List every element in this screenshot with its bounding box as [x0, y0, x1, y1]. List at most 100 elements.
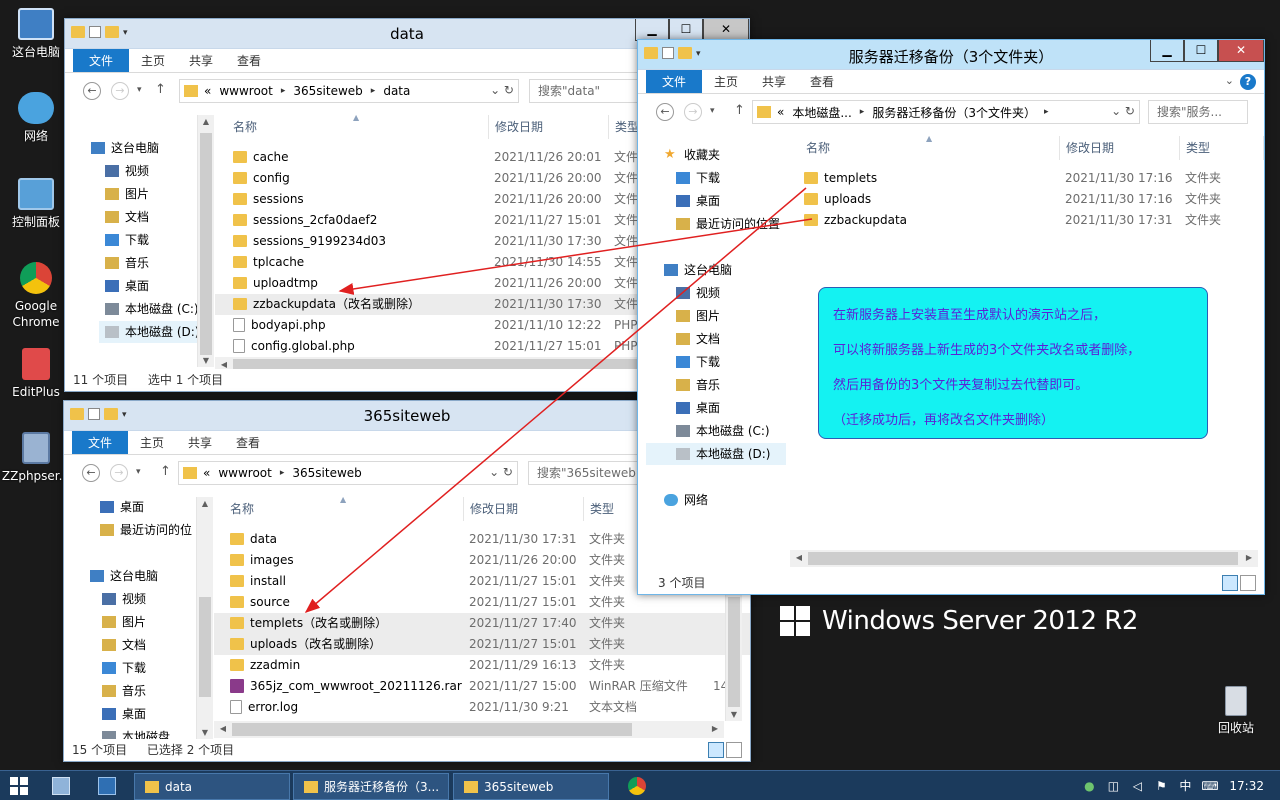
address-overflow[interactable]: « [204, 84, 211, 98]
recent-locations-chevron-icon[interactable]: ▾ [137, 85, 142, 95]
scroll-thumb[interactable] [808, 552, 1238, 565]
search-input[interactable]: 搜索"服务... [1148, 100, 1248, 124]
tab-view[interactable]: 查看 [225, 49, 273, 72]
nav-item-this-pc[interactable]: 这台电脑 [90, 565, 158, 587]
forward-button[interactable]: → [684, 103, 702, 121]
column-header-type[interactable]: 类型 [1180, 136, 1264, 160]
nav-item-pictures[interactable]: 图片 [102, 611, 146, 633]
tab-file[interactable]: 文件 [646, 70, 703, 93]
details-view-icon[interactable] [708, 742, 724, 758]
nav-item-downloads[interactable]: 下载 [102, 657, 146, 679]
nav-item-downloads-2[interactable]: 下载 [676, 351, 720, 373]
network-tray-icon[interactable]: ◫ [1105, 778, 1121, 794]
address-separator-icon[interactable]: ▸ [860, 107, 865, 117]
scroll-left-icon[interactable]: ◀ [217, 360, 231, 369]
scroll-right-icon[interactable]: ▶ [708, 724, 722, 733]
tab-share[interactable]: 共享 [177, 49, 225, 72]
shield-icon[interactable]: ● [1081, 778, 1097, 794]
desktop-icon-chrome[interactable]: Google Chrome [0, 262, 72, 330]
close-button[interactable]: ✕ [703, 19, 749, 41]
address-overflow[interactable]: « [777, 105, 784, 119]
column-header-date[interactable]: 修改日期 [489, 115, 609, 139]
maximize-button[interactable]: ☐ [669, 19, 703, 41]
scroll-thumb[interactable] [728, 597, 740, 707]
scroll-up-icon[interactable]: ▲ [199, 117, 213, 126]
large-icons-view-icon[interactable] [1240, 575, 1256, 591]
forward-button[interactable]: → [110, 464, 128, 482]
address-bar[interactable]: « 本地磁盘... ▸ 服务器迁移备份（3个文件夹） ▸ ⌄ ↻ [752, 100, 1140, 124]
tab-file[interactable]: 文件 [73, 49, 130, 72]
tab-share[interactable]: 共享 [750, 70, 798, 93]
tab-view[interactable]: 查看 [224, 431, 272, 454]
file-row[interactable]: 365jz_com_wwwroot_20211126.rar 2021/11/27… [214, 676, 750, 697]
nav-item-recent[interactable]: 最近访问的位置 [676, 213, 780, 235]
tab-share[interactable]: 共享 [176, 431, 224, 454]
help-icon[interactable]: ? [1240, 74, 1256, 90]
address-dropdown-refresh-icon[interactable]: ⌄ ↻ [1111, 104, 1135, 118]
forward-button[interactable]: → [111, 82, 129, 100]
nav-item-drive-d[interactable]: 本地磁盘 (D:) [99, 321, 197, 343]
address-dropdown-refresh-icon[interactable]: ⌄ ↻ [489, 465, 513, 479]
expand-ribbon-icon[interactable]: ⌄ [1225, 74, 1234, 87]
nav-item-downloads[interactable]: 下载 [676, 167, 720, 189]
nav-item-this-pc[interactable]: 这台电脑 [91, 137, 159, 159]
clock[interactable]: 17:32 [1229, 779, 1264, 793]
title-bar[interactable]: ▾ 服务器迁移备份（3个文件夹） ▁ ☐ ✕ [638, 40, 1264, 70]
nav-item-videos[interactable]: 视频 [102, 588, 146, 610]
recent-locations-chevron-icon[interactable]: ▾ [710, 106, 715, 116]
details-view-icon[interactable] [1222, 575, 1238, 591]
nav-item-videos[interactable]: 视频 [105, 160, 149, 182]
scroll-thumb[interactable] [232, 723, 632, 736]
nav-item-desktop[interactable]: 桌面 [100, 496, 144, 518]
back-button[interactable]: ← [656, 103, 674, 121]
tab-home[interactable]: 主页 [702, 70, 750, 93]
back-button[interactable]: ← [83, 82, 101, 100]
address-segment[interactable]: data [383, 84, 410, 98]
start-button[interactable] [10, 777, 28, 795]
maximize-button[interactable]: ☐ [1184, 40, 1218, 62]
taskbar-item-365siteweb[interactable]: 365siteweb [453, 773, 609, 800]
up-button[interactable]: ↑ [734, 103, 745, 118]
horizontal-scrollbar[interactable]: ◀ ▶ [790, 550, 1258, 567]
scroll-down-icon[interactable]: ▼ [727, 710, 741, 719]
nav-item-drive-c[interactable]: 本地磁盘 (C:) [105, 298, 197, 320]
file-row[interactable]: templets（改名或删除） 2021/11/27 17:40 文件夹 [214, 613, 750, 634]
nav-item-music[interactable]: 音乐 [676, 374, 720, 396]
scroll-down-icon[interactable]: ▼ [199, 356, 213, 365]
address-segment[interactable]: 365siteweb [292, 466, 361, 480]
scroll-thumb[interactable] [199, 597, 211, 697]
nav-item-desktop-2[interactable]: 桌面 [676, 397, 720, 419]
nav-scrollbar[interactable]: ▲ ▼ [197, 115, 214, 367]
address-segment[interactable]: wwwroot [219, 84, 273, 98]
file-row[interactable]: source 2021/11/27 15:01 文件夹 [214, 592, 750, 613]
scroll-down-icon[interactable]: ▼ [198, 728, 212, 737]
nav-item-music[interactable]: 音乐 [105, 252, 149, 274]
taskbar-item-backup[interactable]: 服务器迁移备份（3... [293, 773, 449, 800]
chrome-icon[interactable] [628, 777, 646, 795]
nav-item-desktop-2[interactable]: 桌面 [102, 703, 146, 725]
column-header-date[interactable]: 修改日期 [464, 497, 584, 521]
nav-item-desktop[interactable]: 桌面 [105, 275, 149, 297]
tab-home[interactable]: 主页 [129, 49, 177, 72]
back-button[interactable]: ← [82, 464, 100, 482]
address-overflow[interactable]: « [203, 466, 210, 480]
tab-view[interactable]: 查看 [798, 70, 846, 93]
address-segment[interactable]: 365siteweb [293, 84, 362, 98]
horizontal-scrollbar[interactable]: ◀ ▶ [214, 721, 724, 738]
scroll-up-icon[interactable]: ▲ [198, 499, 212, 508]
close-button[interactable]: ✕ [1218, 40, 1264, 62]
recent-locations-chevron-icon[interactable]: ▾ [136, 467, 141, 477]
desktop-icon-network[interactable]: 网络 [0, 92, 72, 144]
scroll-left-icon[interactable]: ◀ [792, 553, 806, 562]
file-row[interactable]: zzbackupdata 2021/11/30 17:31 文件夹 [790, 210, 1264, 231]
scroll-thumb[interactable] [200, 133, 212, 355]
nav-item-network[interactable]: 网络 [664, 489, 708, 511]
address-separator-icon[interactable]: ▸ [281, 86, 286, 96]
desktop-icon-control-panel[interactable]: 控制面板 [0, 178, 72, 230]
file-row[interactable]: zzadmin 2021/11/29 16:13 文件夹 [214, 655, 750, 676]
file-row[interactable]: error.log 2021/11/30 9:21 文本文档 [214, 697, 750, 718]
nav-item-favorites[interactable]: ★ 收藏夹 [664, 144, 720, 166]
address-segment[interactable]: 服务器迁移备份（3个文件夹） [872, 104, 1036, 121]
up-button[interactable]: ↑ [155, 82, 166, 97]
nav-item-videos[interactable]: 视频 [676, 282, 720, 304]
